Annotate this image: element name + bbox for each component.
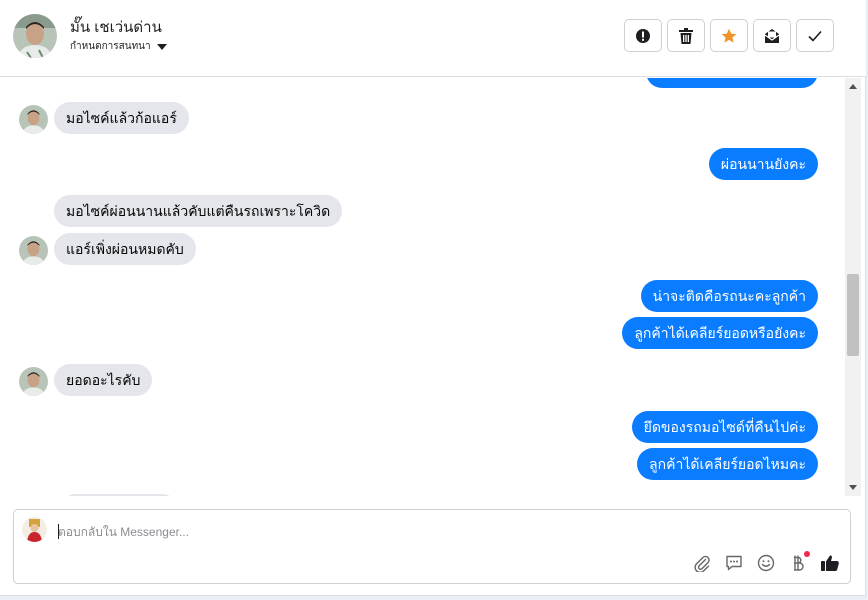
incoming-message[interactable]: แอร์เพิ่งผ่อนหมดคับ [54,233,196,265]
message-thread[interactable]: มอไซค์แล้วก้อแอร์ ผ่อนนานยังคะ มอไซค์ผ่อ… [0,78,845,496]
thread-scrollbar[interactable] [845,78,861,496]
delete-button[interactable] [667,19,705,52]
star-button[interactable] [710,19,748,52]
spam-button[interactable] [624,19,662,52]
outgoing-message[interactable]: ลูกค้าได้เคลียร์ยอดหรือยังคะ [622,317,818,349]
payment-icon [794,555,804,571]
envelope-icon [764,28,780,43]
trash-icon [679,27,693,44]
contact-avatar [19,367,48,396]
incoming-message[interactable]: มอไซค์แล้วก้อแอร์ [54,102,189,134]
check-icon [808,30,822,42]
notification-dot [804,551,810,557]
scrollbar-thumb[interactable] [847,274,859,356]
scroll-up-arrow-icon[interactable] [849,84,857,89]
emoji-button[interactable] [756,553,776,573]
star-icon [721,28,737,43]
exclamation-icon [636,28,650,43]
paperclip-icon [694,555,710,572]
outgoing-message[interactable]: ลูกค้าได้เคลียร์ยอดไหมคะ [637,448,818,480]
outgoing-message[interactable]: ผ่อนนานยังคะ [708,148,818,180]
saved-reply-icon [726,555,742,571]
contact-name: มั๊น เชเว่นด่าน [70,19,162,36]
incoming-message[interactable]: มอไซค์ผ่อนนานแล้วคับแต่คืนรถเพราะโควิด [54,195,343,227]
scroll-down-arrow-icon[interactable] [849,485,857,490]
composer-actions [692,551,840,573]
mark-unread-button[interactable] [753,19,791,52]
inbox-conversation-panel: มั๊น เชเว่นด่าน กำหนดการสนทนา มอไซค์แล้ว… [0,0,866,596]
contact-avatar [19,236,48,265]
assign-conversation-dropdown[interactable]: กำหนดการสนทนา [70,39,167,54]
contact-avatar[interactable] [13,14,57,58]
chevron-down-icon [156,43,167,50]
emoji-icon [757,554,775,572]
payment-button[interactable] [788,551,810,573]
outgoing-message[interactable]: ยึดของรถมอไซด์ที่คืนไปค่ะ [631,411,818,443]
saved-replies-button[interactable] [724,553,744,573]
like-icon [821,555,839,571]
incoming-message-partial[interactable] [60,494,178,496]
page-avatar [22,517,47,542]
incoming-message[interactable]: ยอดอะไรคับ [54,364,153,396]
like-button[interactable] [820,553,840,573]
attach-button[interactable] [692,553,712,573]
reply-composer [13,509,851,584]
outgoing-message[interactable]: น่าจะติดคือรถนะคะลูกค้า [640,280,818,312]
text-cursor [58,524,59,539]
contact-avatar [19,105,48,134]
outgoing-message-partial[interactable] [646,78,818,88]
assign-label: กำหนดการสนทนา [70,41,151,52]
done-button[interactable] [796,19,834,52]
reply-input[interactable] [58,522,658,542]
conversation-toolbar [624,19,834,52]
conversation-header: มั๊น เชเว่นด่าน กำหนดการสนทนา [0,0,866,77]
